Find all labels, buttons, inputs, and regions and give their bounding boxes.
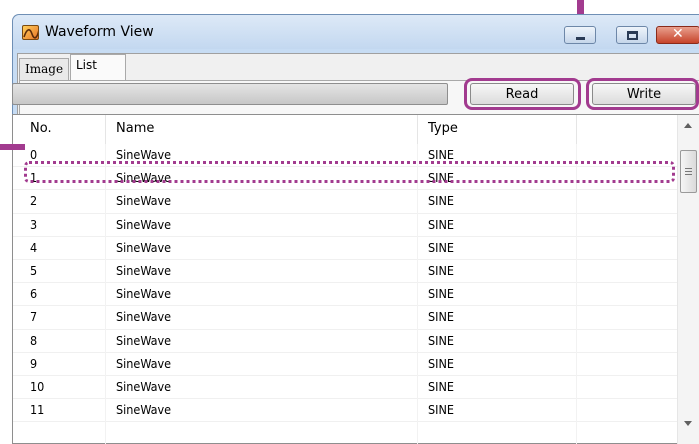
row-name: SineWave xyxy=(116,309,172,325)
column-gridline xyxy=(105,144,106,444)
row-type: SINE xyxy=(428,309,454,325)
write-button-highlight xyxy=(586,78,699,110)
grip-line xyxy=(685,171,692,172)
row-type: SINE xyxy=(428,216,454,232)
row-callout-connector xyxy=(0,144,25,150)
row-type: SINE xyxy=(428,378,454,394)
scroll-up-arrow-icon[interactable] xyxy=(684,123,692,128)
read-button-highlight xyxy=(464,78,581,110)
list-rows: 0 SineWave SINE 1 SineWave SINE 2 SineWave SIN… xyxy=(13,144,677,423)
column-divider[interactable] xyxy=(105,115,106,144)
minimize-button[interactable] xyxy=(564,26,596,44)
row-number: 9 xyxy=(30,355,38,371)
column-gridline xyxy=(576,144,577,444)
row-name: SineWave xyxy=(116,378,172,394)
row-number: 11 xyxy=(30,402,45,418)
column-gridline xyxy=(417,144,418,444)
title-bar[interactable]: Waveform View ✕ xyxy=(13,15,699,49)
column-divider[interactable] xyxy=(417,115,418,144)
tab-list[interactable]: List xyxy=(70,54,126,81)
scroll-down-arrow-icon[interactable] xyxy=(684,421,692,426)
vertical-scrollbar[interactable] xyxy=(677,115,699,444)
row-number: 8 xyxy=(30,332,38,348)
close-button[interactable]: ✕ xyxy=(656,26,699,44)
row-number: 5 xyxy=(30,262,38,278)
list-row[interactable]: 11 SineWave SINE xyxy=(13,399,677,423)
row-type: SINE xyxy=(428,355,454,371)
row-name: SineWave xyxy=(116,355,172,371)
row-type: SINE xyxy=(428,402,454,418)
tab-image[interactable]: Image xyxy=(19,58,69,80)
row-name: SineWave xyxy=(116,286,172,302)
window-title: Waveform View xyxy=(45,24,154,40)
list-row[interactable]: 5 SineWave SINE xyxy=(13,260,677,284)
row-name: SineWave xyxy=(116,193,172,209)
row-type: SINE xyxy=(428,193,454,209)
list-row[interactable]: 7 SineWave SINE xyxy=(13,306,677,330)
list-header: No. Name Type xyxy=(13,115,699,144)
list-row[interactable]: 6 SineWave SINE xyxy=(13,283,677,307)
row-number: 0 xyxy=(30,147,38,162)
progress-bar xyxy=(12,83,448,105)
first-row-highlight xyxy=(24,161,675,183)
row-number: 7 xyxy=(30,309,38,325)
list-row[interactable]: 8 SineWave SINE xyxy=(13,330,677,353)
row-name: SineWave xyxy=(116,262,172,278)
row-number: 3 xyxy=(30,216,38,232)
column-divider[interactable] xyxy=(576,115,577,144)
close-icon: ✕ xyxy=(672,26,684,42)
row-name: SineWave xyxy=(116,239,172,255)
scrollbar-thumb[interactable] xyxy=(680,150,697,193)
grip-line xyxy=(685,174,692,175)
grip-line xyxy=(685,168,692,169)
row-type: SINE xyxy=(428,332,454,348)
row-type: SINE xyxy=(428,286,454,302)
list-row[interactable]: 2 SineWave SINE xyxy=(13,190,677,214)
row-number: 10 xyxy=(30,378,45,394)
row-number: 6 xyxy=(30,286,38,302)
maximize-button[interactable] xyxy=(616,26,648,44)
row-type: SINE xyxy=(428,262,454,278)
maximize-icon xyxy=(627,31,638,40)
row-name: SineWave xyxy=(116,402,172,418)
waveform-app-icon xyxy=(22,25,39,40)
row-name: SineWave xyxy=(116,147,172,162)
row-number: 4 xyxy=(30,239,38,255)
row-type: SINE xyxy=(428,147,454,162)
row-name: SineWave xyxy=(116,332,172,348)
row-number: 2 xyxy=(30,193,38,209)
row-name: SineWave xyxy=(116,216,172,232)
column-header-no[interactable]: No. xyxy=(30,121,52,136)
list-row[interactable]: 4 SineWave SINE xyxy=(13,237,677,260)
row-type: SINE xyxy=(428,239,454,255)
list-row[interactable]: 3 SineWave SINE xyxy=(13,214,677,237)
column-header-name[interactable]: Name xyxy=(116,121,154,136)
list-row[interactable]: 9 SineWave SINE xyxy=(13,353,677,376)
column-header-type[interactable]: Type xyxy=(428,121,458,136)
list-row[interactable]: 10 SineWave SINE xyxy=(13,376,677,400)
minimize-icon xyxy=(576,37,585,40)
